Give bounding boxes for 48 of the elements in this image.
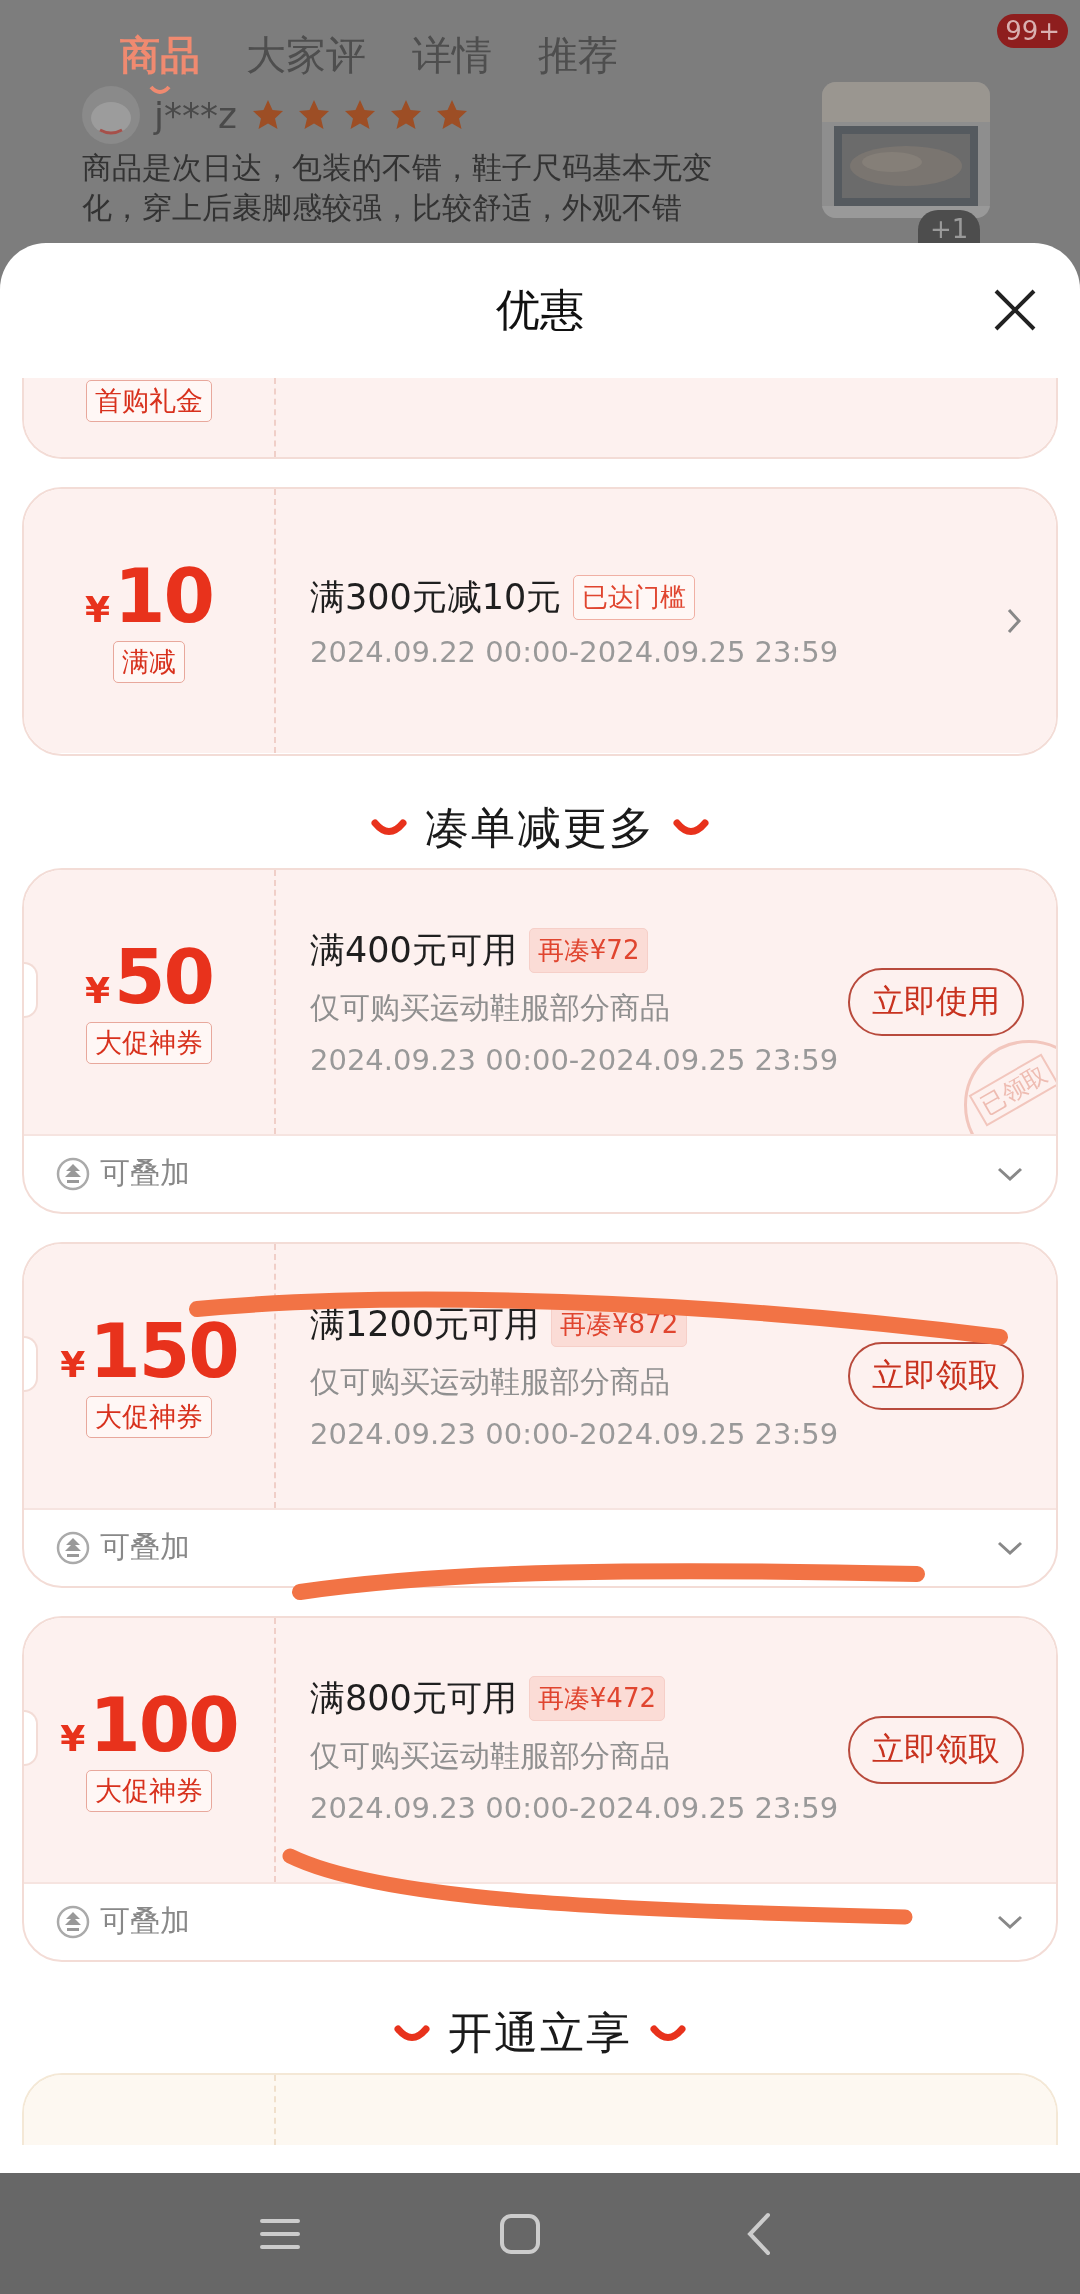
chevron-down-icon[interactable] [996, 1165, 1024, 1182]
claimed-stamp: 已领取 [964, 1039, 1056, 1134]
claim-button[interactable]: 立即领取 [848, 1341, 1024, 1410]
coupon-tag: 大促神券 [86, 1021, 212, 1064]
count-badge: 99+ [997, 14, 1068, 48]
coupon-amount: ¥10 [84, 559, 213, 633]
claim-button[interactable]: 立即使用 [848, 967, 1024, 1036]
coupon-condition: 满300元减10元 [310, 575, 562, 619]
smile-icon [650, 2023, 686, 2044]
coupon-badge: 再凑¥72 [528, 927, 649, 973]
coupon-scope: 仅可购买运动鞋服部分商品 [310, 1362, 671, 1401]
validity-period: 2024.09.23 00:00-2024.09.25 23:59 [310, 1042, 840, 1077]
coupon-scope: 仅可购买运动鞋服部分商品 [310, 1736, 671, 1775]
smile-icon [394, 2023, 430, 2044]
coupon-tag: 满减 [113, 641, 185, 683]
stack-icon [56, 1904, 90, 1939]
validity-period: 2024.09.23 00:00-2024.09.25 23:59 [310, 1790, 840, 1825]
avatar-icon [82, 86, 140, 144]
claim-button[interactable]: 立即领取 [848, 1715, 1024, 1784]
coupon-amount: ¥50 [84, 939, 213, 1014]
coupon-amount: ¥100 [60, 1687, 238, 1762]
review-text: 化，穿上后裹脚感较强，比较舒适，外观不错 [82, 189, 682, 227]
stackable-label: 可叠加 [100, 1528, 190, 1566]
coupon-badge: 再凑¥472 [528, 1675, 665, 1721]
coupon-condition: 满1200元可用 [310, 1302, 540, 1346]
stack-icon [56, 1530, 90, 1565]
coupon-badge: 已达门槛 [573, 574, 696, 620]
coupon-tag: 大促神券 [86, 1769, 212, 1812]
review-text: 商品是次日达，包装的不错，鞋子尺码基本无变 [82, 149, 712, 187]
chevron-down-icon[interactable] [996, 1913, 1024, 1930]
coupon-scope: 仅可购买运动鞋服部分商品 [310, 988, 671, 1027]
tab-indicator-icon [148, 85, 172, 97]
coupon-amount: ¥150 [60, 1313, 238, 1388]
coupon-tag: 首购礼金 [86, 380, 212, 422]
section-title: 开通立享 [448, 2006, 632, 2061]
coupon-tag: 大促神券 [86, 1395, 212, 1438]
validity-period: 2024.09.23 00:00-2024.09.25 23:59 [310, 1416, 840, 1451]
section-title: 凑单减更多 [425, 800, 655, 855]
validity-period: 2024.09.22 00:00-2024.09.25 23:59 [310, 634, 840, 669]
chevron-right-icon[interactable] [1006, 607, 1022, 635]
stack-icon [56, 1156, 90, 1191]
stackable-label: 可叠加 [100, 1902, 190, 1940]
coupon-condition: 满400元可用 [310, 928, 517, 972]
stackable-label: 可叠加 [100, 1154, 190, 1192]
chevron-down-icon[interactable] [996, 1539, 1024, 1556]
sheet-title: 优惠 [496, 283, 584, 337]
product-tab[interactable]: 商品 [120, 28, 200, 97]
coupon-condition: 满800元可用 [310, 1676, 517, 1720]
